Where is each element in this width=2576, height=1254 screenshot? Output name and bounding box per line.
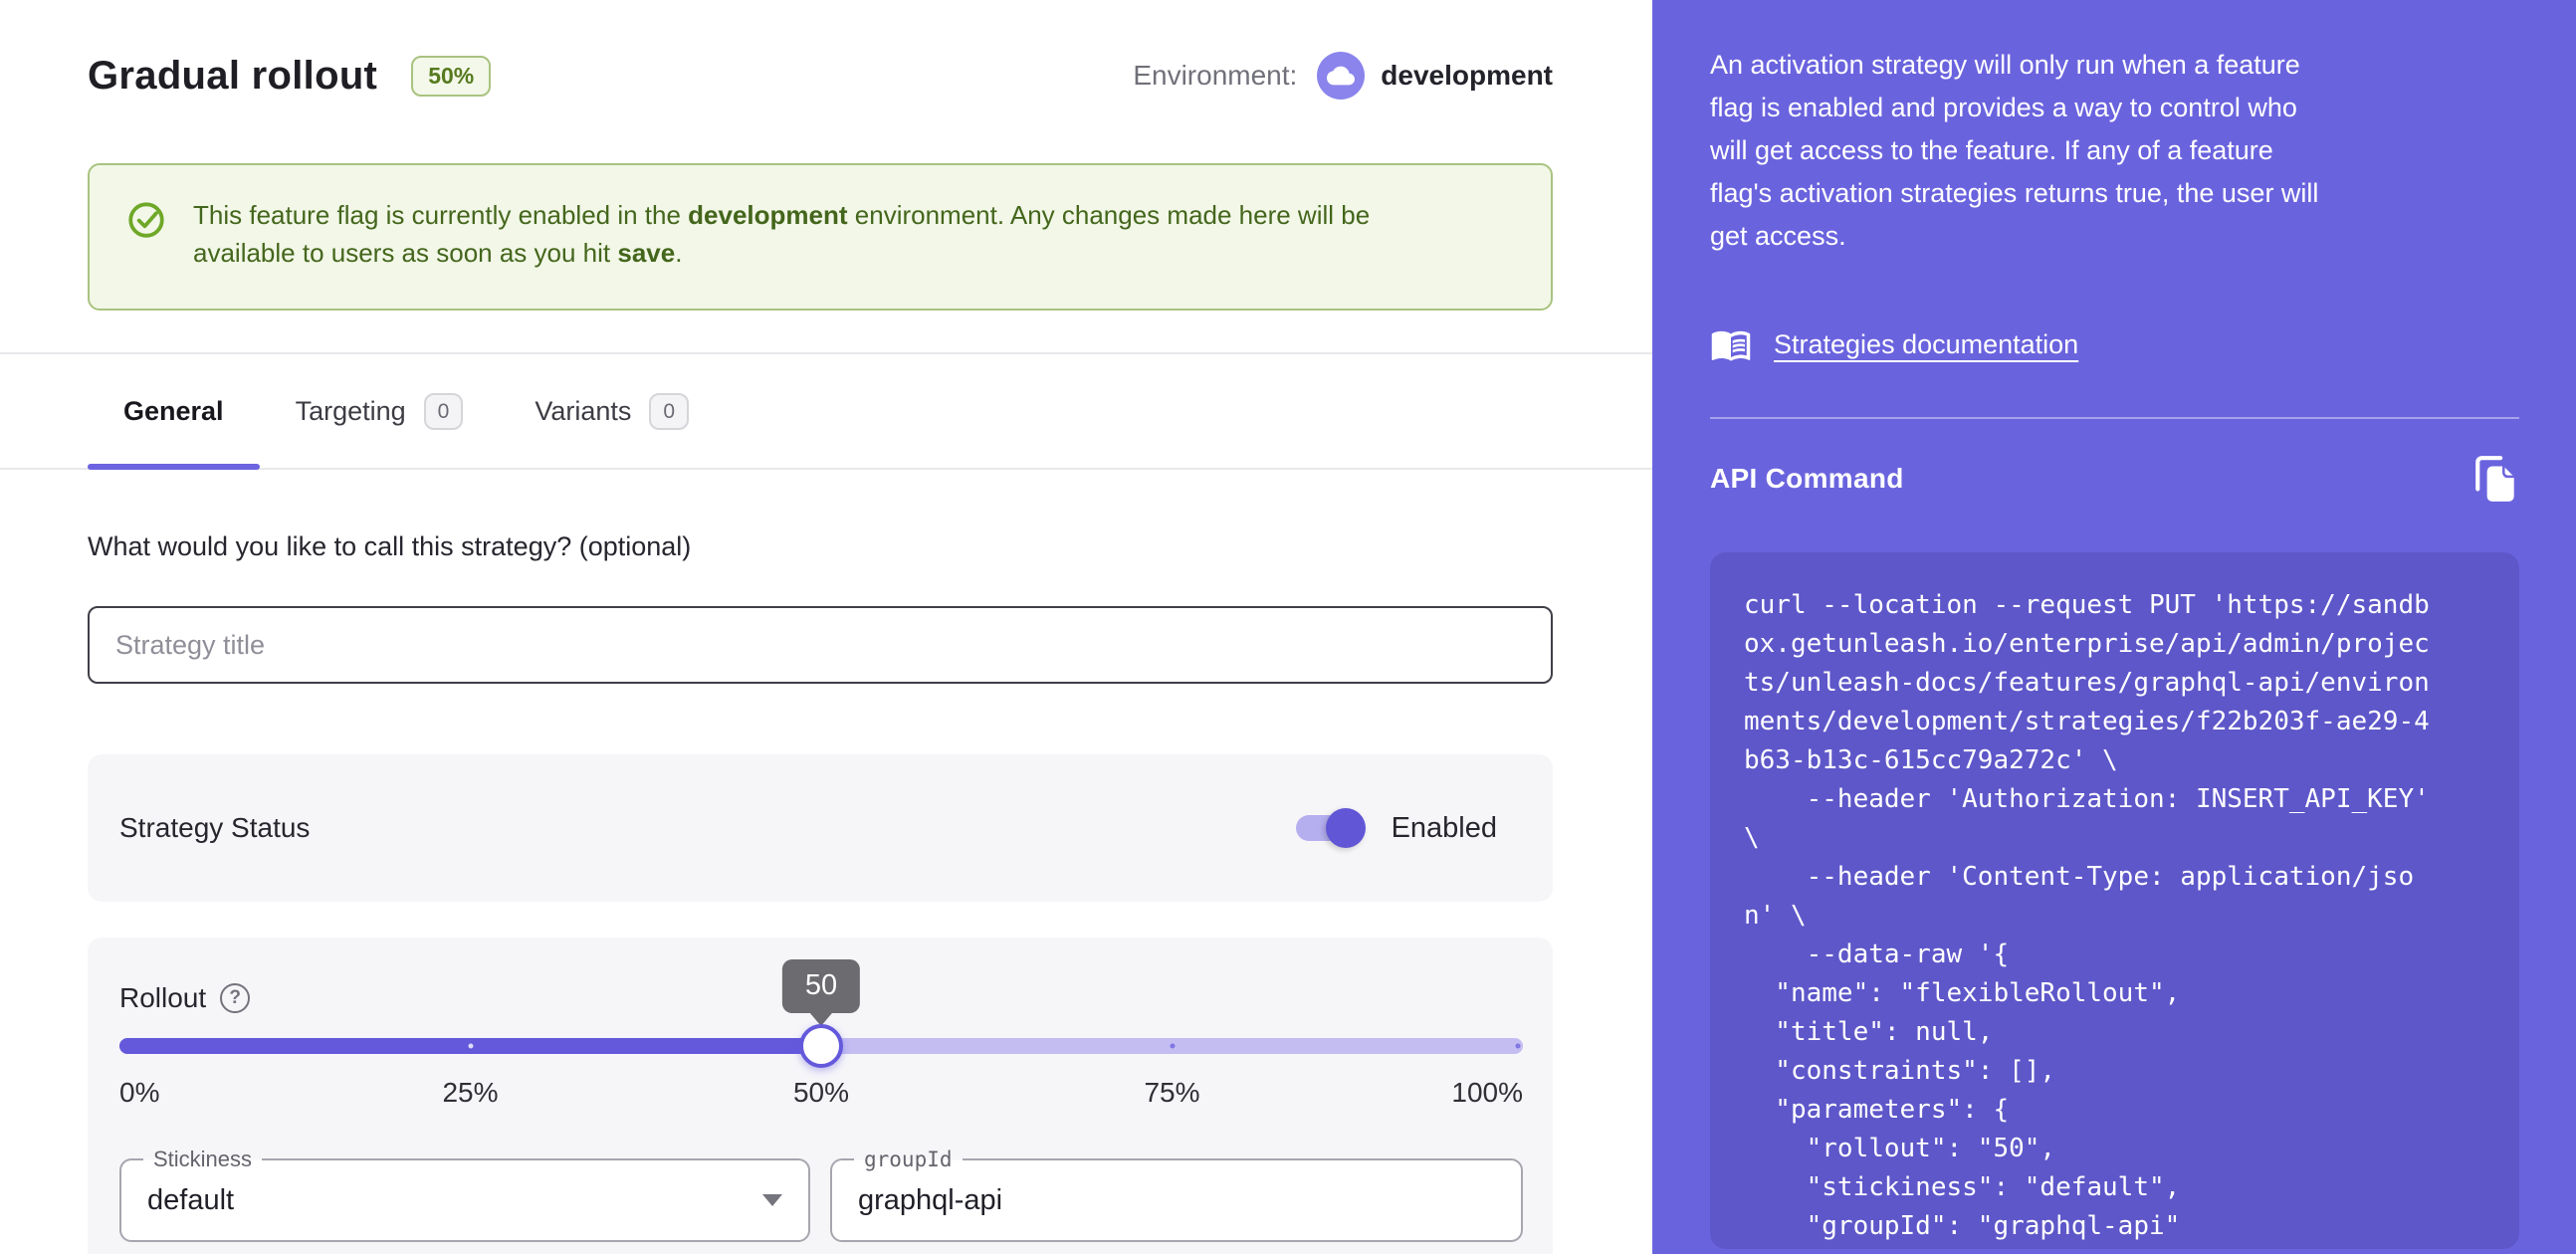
strategy-help-sidebar: An activation strategy will only run whe… [1652, 0, 2576, 1254]
help-icon[interactable]: ? [220, 983, 251, 1013]
cloud-icon [1317, 52, 1366, 100]
app-root: Gradual rollout 50% Environment: develop… [0, 0, 2576, 1254]
tick-label-25: 25% [442, 1077, 499, 1108]
strategy-status-control: Enabled [1295, 808, 1497, 848]
tab-general[interactable]: General [88, 354, 260, 470]
page-header: Gradual rollout 50% Environment: develop… [88, 50, 1553, 102]
tabs-bar: General Targeting 0 Variants 0 [0, 352, 1652, 470]
groupid-field: groupId [830, 1145, 1523, 1242]
slider-thumb[interactable] [799, 1024, 843, 1068]
main-panel: Gradual rollout 50% Environment: develop… [0, 0, 1652, 1254]
groupid-label: groupId [854, 1145, 963, 1174]
stickiness-select[interactable]: Stickiness default [119, 1145, 810, 1242]
slider-tick-75 [1170, 1043, 1175, 1049]
rollout-label: Rollout [119, 982, 207, 1013]
strategy-status-card: Strategy Status Enabled [88, 754, 1553, 902]
tick-label-50: 50% [792, 1077, 850, 1108]
targeting-count-badge: 0 [423, 392, 464, 430]
rollout-slider[interactable]: 50 [119, 959, 1523, 1069]
book-icon [1710, 323, 1752, 365]
environment-name: development [1381, 60, 1553, 91]
stickiness-value: default [147, 1183, 235, 1216]
page-title: Gradual rollout [88, 53, 378, 98]
tab-variants[interactable]: Variants 0 [499, 354, 725, 468]
variants-count-badge: 0 [649, 392, 690, 430]
strategies-docs-link[interactable]: Strategies documentation [1774, 329, 2078, 360]
tick-label-100: 100% [1451, 1077, 1523, 1108]
slider-tick-100 [1515, 1043, 1521, 1049]
rollout-parameter-fields: Stickiness default groupId [119, 1145, 1523, 1242]
environment-indicator: Environment: development [1133, 52, 1553, 100]
enabled-alert: This feature flag is currently enabled i… [88, 163, 1553, 311]
rollout-percentage-badge: 50% [411, 55, 492, 97]
tab-variants-label: Variants [535, 395, 632, 426]
sidebar-divider [1710, 417, 2519, 419]
docs-link-row: Strategies documentation [1710, 323, 2519, 365]
tick-label-75: 75% [1144, 1077, 1200, 1108]
tab-general-label: General [123, 395, 224, 426]
api-command-header: API Command [1710, 453, 2519, 505]
slider-tick-labels: 0% 25% 50% 75% 100% [119, 1077, 1523, 1111]
api-command-title: API Command [1710, 463, 1904, 494]
slider-tick-25 [468, 1043, 473, 1049]
check-circle-icon [125, 198, 167, 278]
strategy-description: An activation strategy will only run whe… [1710, 50, 2319, 251]
dropdown-caret-icon [762, 1194, 782, 1206]
slider-value-tooltip: 50 [781, 959, 861, 1013]
api-command-code[interactable]: curl --location --request PUT 'https://s… [1710, 552, 2519, 1249]
strategy-name-question: What would you like to call this strateg… [88, 531, 692, 561]
stickiness-label: Stickiness [143, 1145, 263, 1174]
toggle-knob [1325, 808, 1366, 848]
strategy-status-value: Enabled [1391, 811, 1497, 844]
strategy-status-label: Strategy Status [119, 812, 311, 843]
alert-text: This feature flag is currently enabled i… [193, 200, 1371, 268]
tab-targeting[interactable]: Targeting 0 [260, 354, 500, 468]
strategy-status-toggle[interactable] [1295, 808, 1366, 848]
copy-icon[interactable] [2473, 454, 2519, 504]
strategy-title-input[interactable] [88, 606, 1553, 684]
rollout-card: Rollout ? 50 0% 25% 50% 75% 100% Stickin… [88, 938, 1553, 1254]
groupid-input[interactable] [858, 1183, 1495, 1217]
tick-label-0: 0% [119, 1077, 160, 1108]
tab-targeting-label: Targeting [295, 395, 406, 426]
environment-label: Environment: [1133, 60, 1298, 91]
